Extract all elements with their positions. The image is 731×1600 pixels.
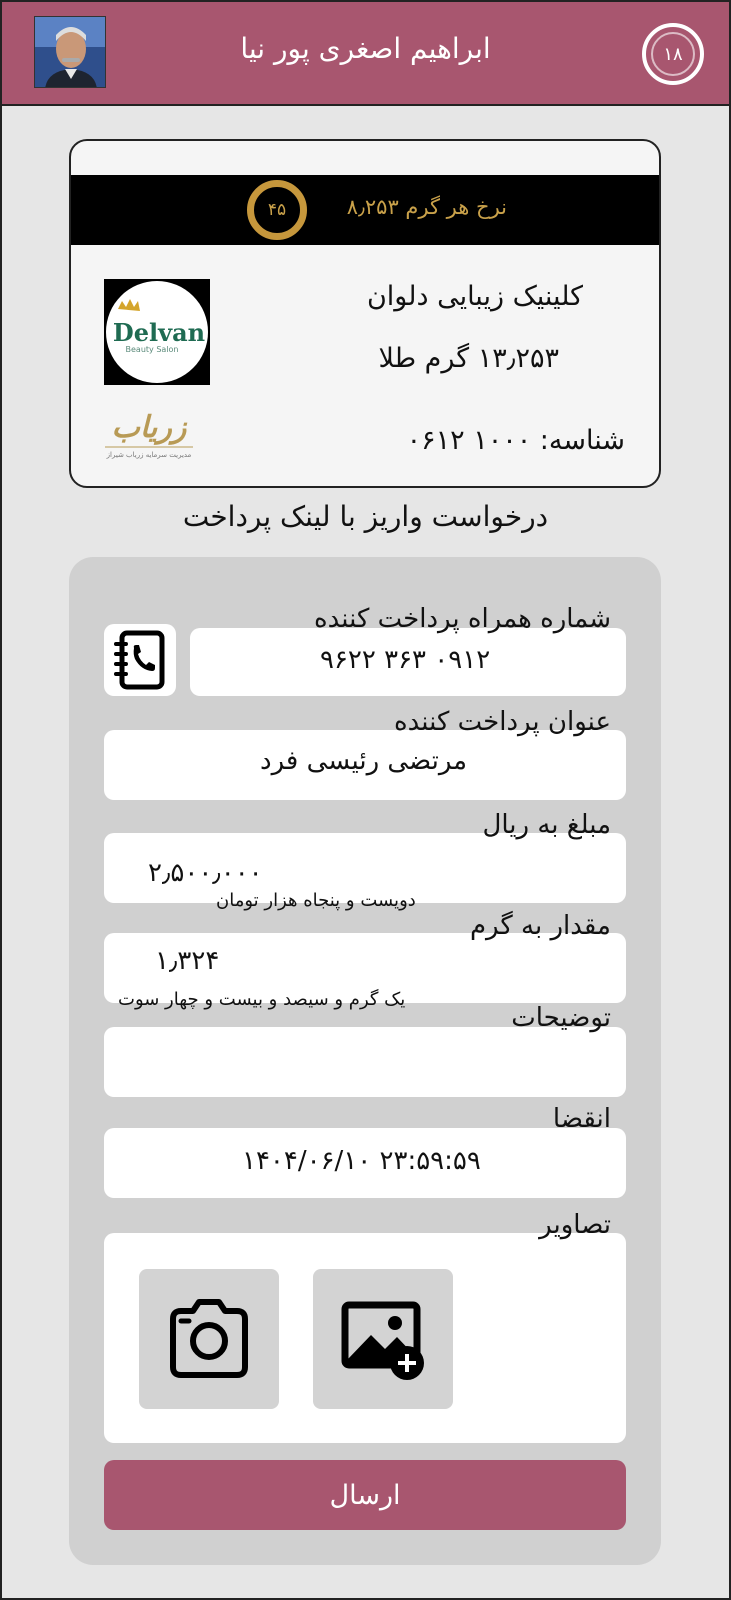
- gold-wallet-card[interactable]: نرخ هر گرم ۸٫۲۵۳ ۴۵ کلینیک زیبایی دلوان …: [69, 139, 661, 488]
- countdown-timer: ۱۸: [642, 23, 704, 85]
- app-header: ابراهیم اصغری پور نیا ۱۸: [0, 0, 731, 106]
- merchant-name: کلینیک زیبایی دلوان: [366, 281, 583, 312]
- add-image-icon: [341, 1301, 424, 1380]
- rate-per-gram: نرخ هر گرم ۸٫۲۵۳: [346, 195, 507, 219]
- camera-button[interactable]: [139, 1269, 279, 1409]
- camera-icon: [170, 1299, 248, 1378]
- delvan-logo: Delvan Beauty Salon: [104, 279, 210, 385]
- zaryab-logo: زریاب مدیریت سرمایه زریاب شیراز: [97, 403, 201, 463]
- payer-phone-value[interactable]: ۰۹۱۲ ۳۶۳ ۹۶۲۲: [320, 645, 490, 675]
- amount-rial-value[interactable]: ۲٫۵۰۰٫۰۰۰: [148, 858, 263, 888]
- grams-words: یک گرم و سیصد و بیست و چهار سوت: [118, 989, 406, 1010]
- karat-badge: ۴۵: [247, 180, 307, 240]
- user-name: ابراهیم اصغری پور نیا: [240, 32, 491, 65]
- contacts-book-icon: [114, 630, 165, 690]
- rate-band: نرخ هر گرم ۸٫۲۵۳ ۴۵: [71, 175, 659, 245]
- add-image-button[interactable]: [313, 1269, 453, 1409]
- images-label: تصاویر: [539, 1210, 611, 1240]
- payer-phone-label: شماره همراه پرداخت کننده: [314, 604, 611, 634]
- notes-label: توضیحات: [511, 1003, 611, 1033]
- section-title: درخواست واریز با لینک پرداخت: [182, 500, 549, 533]
- amount-rial-words: دویست و پنجاه هزار تومان: [216, 890, 416, 911]
- zaryab-logo-sub: مدیریت سرمایه زریاب شیراز: [106, 451, 192, 459]
- expiry-value[interactable]: ۲۳:۵۹:۵۹ ۱۴۰۴/۰۶/۱۰: [242, 1146, 481, 1176]
- expiry-label: انقضا: [552, 1104, 611, 1134]
- delvan-logo-text: Delvan: [113, 318, 205, 347]
- delvan-logo-sub: Beauty Salon: [126, 345, 179, 354]
- user-avatar[interactable]: [34, 16, 106, 88]
- gold-balance: ۱۳٫۲۵۳ گرم طلا: [378, 343, 559, 374]
- grams-value[interactable]: ۱٫۳۲۴: [155, 946, 219, 976]
- amount-rial-label: مبلغ به ریال: [482, 810, 611, 840]
- contacts-button[interactable]: [104, 624, 176, 696]
- payer-title-label: عنوان پرداخت کننده: [394, 707, 611, 737]
- grams-label: مقدار به گرم: [469, 911, 611, 941]
- zaryab-logo-text: زریاب: [112, 410, 188, 445]
- submit-button[interactable]: ارسال: [104, 1460, 626, 1530]
- payer-title-value[interactable]: مرتضی رئیسی فرد: [260, 746, 467, 776]
- account-id: شناسه: ۱۰۰۰ ۰۶۱۲: [406, 425, 625, 456]
- notes-field[interactable]: [104, 1027, 626, 1097]
